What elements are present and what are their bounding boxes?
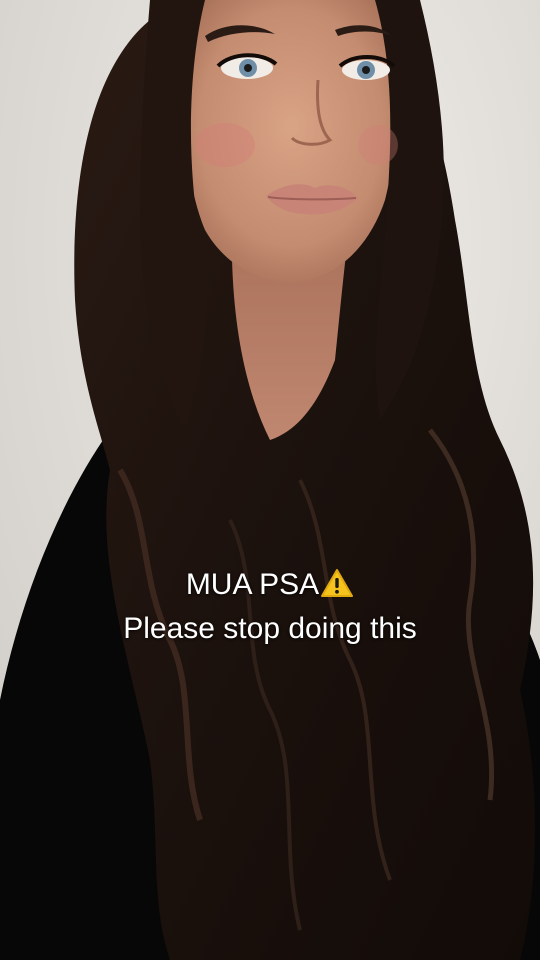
video-frame (0, 0, 540, 960)
right-blush (358, 125, 398, 165)
video-screen[interactable]: MUA PSA Please stop doing this (0, 0, 540, 960)
left-blush (195, 123, 255, 167)
caption-line-1: MUA PSA (0, 566, 540, 604)
caption-line-2: Please stop doing this (123, 612, 417, 645)
caption-title: MUA PSA (185, 568, 320, 601)
warning-icon (320, 568, 354, 598)
